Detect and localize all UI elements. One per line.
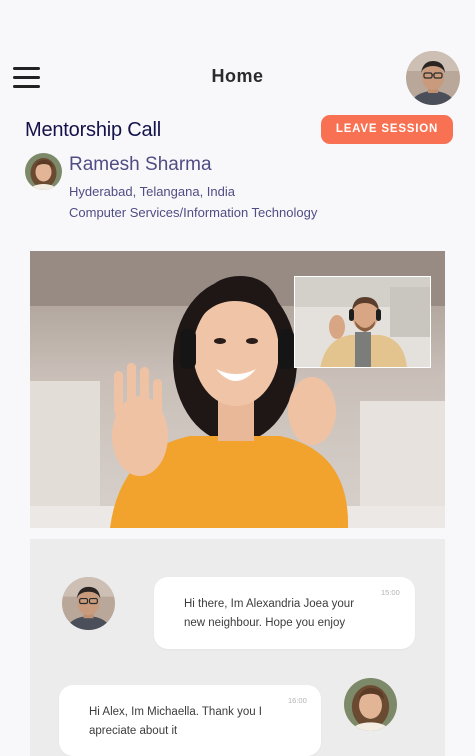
page-title: Home — [211, 66, 264, 86]
message-text-line1: Hi Alex, Im Michaella. Thank you I — [89, 706, 262, 718]
chat-panel: 15:00 Hi there, Im Alexandria Joea your … — [30, 539, 445, 756]
chat-message-sent: 16:00 Hi Alex, Im Michaella. Thank you I… — [59, 685, 321, 756]
message-text-line1: Hi there, Im Alexandria Joea your — [184, 598, 355, 610]
user-avatar[interactable] — [406, 51, 460, 105]
chat-message-received: 15:00 Hi there, Im Alexandria Joea your … — [154, 577, 415, 649]
chat-avatar-sender — [62, 577, 115, 630]
pip-video-feed[interactable] — [294, 276, 431, 368]
message-time: 15:00 — [381, 588, 400, 597]
mentor-location: Hyderabad, Telangana, India — [69, 184, 235, 199]
message-time: 16:00 — [288, 696, 307, 705]
chat-avatar-self — [344, 678, 397, 731]
session-title: Mentorship Call — [25, 119, 161, 141]
mentor-name: Ramesh Sharma — [69, 154, 212, 175]
leave-session-button[interactable]: LEAVE SESSION — [321, 115, 453, 144]
message-text-line2: apreciate about it — [89, 725, 178, 737]
mentor-avatar — [25, 153, 62, 190]
mentor-industry: Computer Services/Information Technology — [69, 205, 318, 220]
app-header: Home — [0, 0, 475, 130]
message-text-line2: new neighbour. Hope you enjoy — [184, 617, 346, 629]
